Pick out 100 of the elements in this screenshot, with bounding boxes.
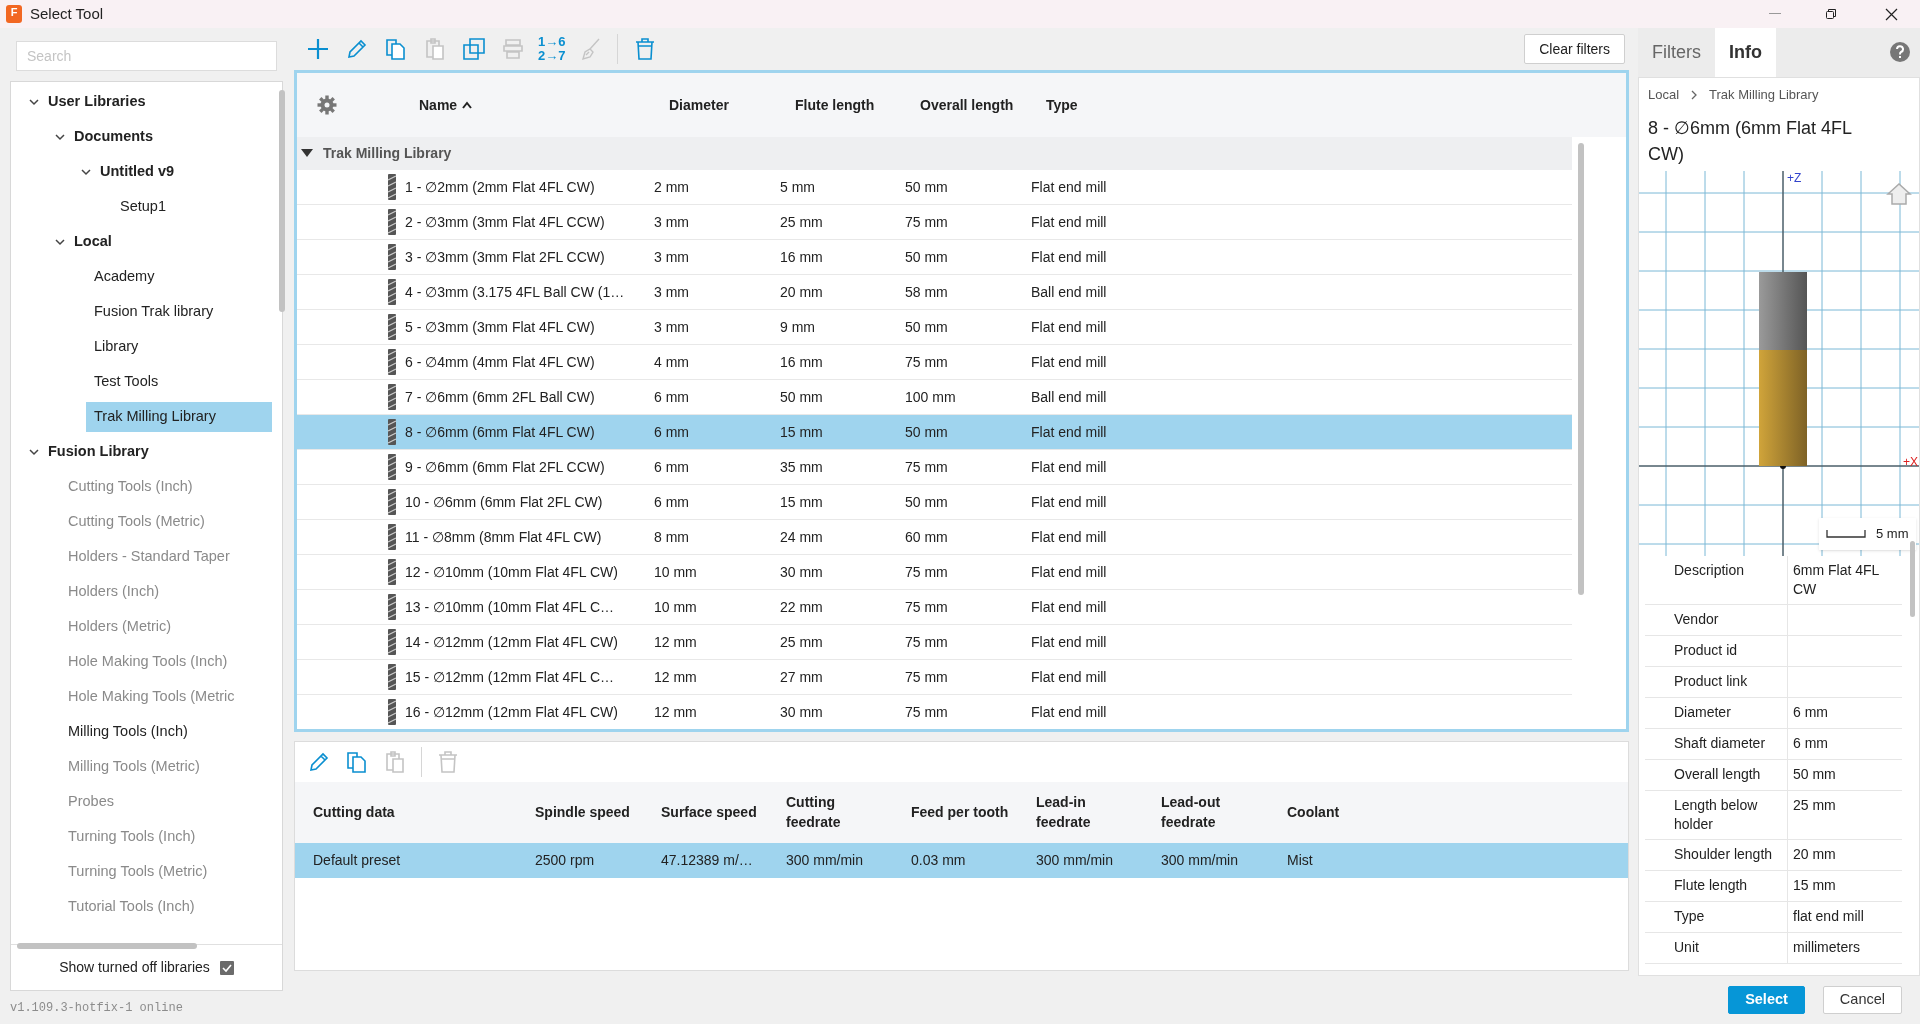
table-cell-text: 75 mm: [905, 352, 949, 372]
table-cell-text: 2500 rpm: [535, 851, 596, 870]
scale-bar: 5 mm: [1819, 517, 1916, 550]
column-header[interactable]: Flute length: [795, 94, 920, 116]
chevron-down-icon[interactable]: [55, 131, 65, 142]
table-cell-text: 75 mm: [905, 457, 949, 477]
clear-filters-button[interactable]: Clear filters: [1524, 34, 1625, 64]
tree-item[interactable]: Hole Making Tools (Metric: [60, 681, 243, 712]
duplicate-icon: [462, 37, 486, 61]
end-mill-icon: [387, 279, 397, 305]
preset-row[interactable]: Default preset 2500 rpm 47.12389 m/… 300 mm/min 0.03 mm 300 mm/min 300 mm/min Mist: [295, 843, 1628, 878]
table-cell-text: 75 mm: [905, 562, 949, 582]
clipboard-icon: [423, 37, 447, 61]
chevron-down-icon[interactable]: [29, 446, 39, 457]
table-cell-text: 2 mm: [654, 177, 690, 197]
copy-icon: [345, 750, 369, 774]
table-cell-text: 16 mm: [780, 247, 824, 267]
column-header[interactable]: Feed per tooth: [911, 802, 1009, 822]
vertical-scrollbar[interactable]: [1910, 541, 1915, 617]
breadcrumb-item[interactable]: Trak Milling Library: [1709, 85, 1819, 105]
tree-item[interactable]: Turning Tools (Inch): [60, 821, 204, 852]
trash-icon: [436, 750, 460, 774]
table-cell-text: 3 mm: [654, 212, 690, 232]
tree-item[interactable]: Milling Tools (Inch): [60, 716, 196, 747]
table-cell-text: 1 - ∅2mm (2mm Flat 4FL CW): [405, 177, 596, 197]
table-cell-text: 6 mm: [654, 422, 690, 442]
column-header[interactable]: Coolant: [1287, 802, 1340, 822]
table-cell-text: 6 - ∅4mm (4mm Flat 4FL CW): [405, 352, 596, 372]
table-cell-text: 27 mm: [780, 667, 824, 687]
tree-item[interactable]: Cutting Tools (Inch): [60, 471, 201, 502]
settings-icon[interactable]: [317, 95, 337, 115]
tab[interactable]: Info: [1715, 28, 1776, 77]
chevron-down-icon[interactable]: [29, 96, 39, 107]
tree-item[interactable]: Academy: [86, 261, 163, 292]
table-cell-text: 50 mm: [905, 422, 949, 442]
tool-row[interactable]: 8 - ∅6mm (6mm Flat 4FL CW) 6 mm 15 mm 50 mm Flat end mill: [297, 415, 1572, 450]
app-logo: F: [6, 5, 22, 23]
tree-item[interactable]: Holders (Metric): [60, 611, 180, 642]
table-cell-text: Flat end mill: [1031, 492, 1108, 512]
table-cell-text: 75 mm: [905, 597, 949, 617]
tree-item[interactable]: Cutting Tools (Metric): [60, 506, 213, 537]
checkbox[interactable]: [219, 960, 234, 975]
tree-item[interactable]: Holders (Inch): [60, 576, 168, 607]
column-header[interactable]: Lead-in feedrate: [1036, 792, 1091, 832]
table-cell-text: Flat end mill: [1031, 457, 1108, 477]
tree-item[interactable]: Hole Making Tools (Inch): [60, 646, 236, 677]
vertical-scrollbar[interactable]: [279, 90, 285, 312]
end-mill-icon: [387, 209, 397, 235]
home-icon[interactable]: [1886, 182, 1912, 205]
property-label: Description: [1645, 555, 1788, 604]
tree-item[interactable]: Tutorial Tools (Inch): [60, 891, 203, 922]
column-header[interactable]: Cutting data: [313, 802, 395, 822]
table-cell-text: Flat end mill: [1031, 177, 1108, 197]
table-cell-text: 3 mm: [654, 282, 690, 302]
chevron-down-icon[interactable]: [55, 236, 65, 247]
tree-item[interactable]: Library: [86, 331, 147, 362]
tree-item[interactable]: Probes: [60, 786, 122, 817]
tree-item[interactable]: Milling Tools (Metric): [60, 751, 208, 782]
table-cell-text: 12 mm: [654, 667, 698, 687]
table-cell-text: 3 - ∅3mm (3mm Flat 2FL CCW): [405, 247, 606, 267]
horizontal-scrollbar[interactable]: [17, 943, 197, 949]
tree-item[interactable]: Fusion Trak library: [86, 296, 222, 327]
table-cell-text: 5 - ∅3mm (3mm Flat 4FL CW): [405, 317, 596, 337]
column-header[interactable]: Diameter: [669, 94, 795, 116]
column-header[interactable]: Surface speed: [661, 802, 757, 822]
table-cell-text: 6 mm: [654, 492, 690, 512]
cancel-button[interactable]: Cancel: [1822, 986, 1902, 1014]
tree-item[interactable]: Turning Tools (Metric): [60, 856, 216, 887]
table-cell-text: Flat end mill: [1031, 247, 1108, 267]
property-label: Shoulder length: [1645, 839, 1788, 870]
column-header[interactable]: Name: [419, 94, 669, 116]
tree-item[interactable]: Documents: [55, 121, 161, 152]
column-header[interactable]: Type: [1046, 94, 1246, 116]
tree-item[interactable]: User Libraries: [29, 86, 154, 117]
search-field[interactable]: Search: [16, 41, 277, 71]
tree-item[interactable]: Local: [55, 226, 120, 257]
table-cell-text: 0.03 mm: [911, 851, 967, 870]
table-cell-text: Mist: [1287, 851, 1314, 870]
table-cell-text: 300 mm/min: [786, 851, 865, 870]
property-label: Overall length: [1645, 759, 1788, 790]
vertical-scrollbar[interactable]: [1578, 143, 1584, 595]
table-cell-text: 25 mm: [780, 632, 824, 652]
tree-item[interactable]: Trak Milling Library: [86, 401, 272, 432]
column-header[interactable]: Spindle speed: [535, 802, 630, 822]
tree-item[interactable]: Holders - Standard Taper: [60, 541, 238, 572]
chevron-down-icon[interactable]: [81, 166, 91, 177]
axis-label: +X: [1903, 453, 1918, 471]
tree-item[interactable]: Fusion Library: [29, 436, 157, 467]
column-header[interactable]: Overall length: [920, 94, 1046, 116]
breadcrumb-item[interactable]: Local: [1648, 85, 1680, 105]
table-cell-text: 300 mm/min: [1036, 851, 1115, 870]
table-cell-text: Ball end mill: [1031, 387, 1108, 407]
help-icon[interactable]: [1890, 42, 1910, 62]
tree-item[interactable]: Untitled v9: [81, 156, 183, 187]
column-header[interactable]: Lead-out feedrate: [1161, 792, 1221, 832]
tree-item[interactable]: Setup1: [112, 191, 174, 222]
column-header[interactable]: Cutting feedrate: [786, 792, 841, 832]
library-group-row[interactable]: Trak Milling Library: [297, 137, 1572, 170]
table-cell-text: 25 mm: [780, 212, 824, 232]
tree-item[interactable]: Test Tools: [86, 366, 167, 397]
